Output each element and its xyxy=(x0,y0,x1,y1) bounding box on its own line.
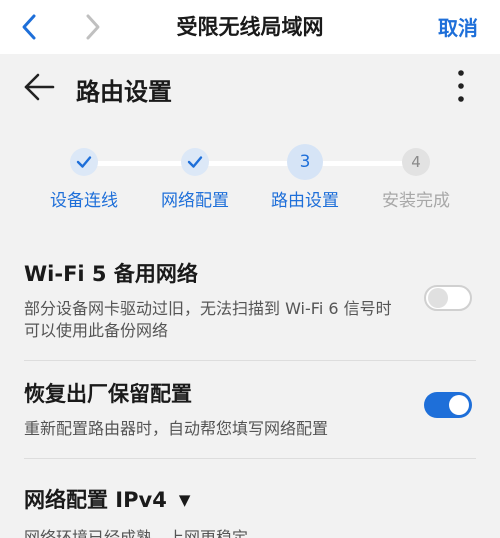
back-button[interactable] xyxy=(22,70,56,104)
divider xyxy=(24,458,476,459)
step-number: 3 xyxy=(287,144,323,180)
setting-title: 恢复出厂保留配置 xyxy=(24,382,192,406)
more-vertical-icon xyxy=(458,70,464,102)
network-config-dropdown[interactable]: 网络配置 IPv4 ▼ xyxy=(24,484,190,514)
arrow-left-icon xyxy=(24,73,55,101)
section-title: 网络配置 IPv4 xyxy=(24,488,167,512)
setup-stepper: 设备连线 网络配置 3 路由设置 4 安装完成 xyxy=(0,140,500,220)
setting-title: Wi-Fi 5 备用网络 xyxy=(24,262,198,286)
step-installation-complete: 4 安装完成 xyxy=(361,140,471,211)
caret-down-icon: ▼ xyxy=(178,491,191,509)
setting-wifi5-backup: Wi-Fi 5 备用网络 部分设备网卡驱动过旧，无法扫描到 Wi-Fi 6 信号… xyxy=(24,258,476,342)
toggle-knob xyxy=(449,395,469,415)
step-router-settings: 3 路由设置 xyxy=(250,140,360,211)
section-description: 网络环境已经成熟，上网更稳定 xyxy=(24,528,249,538)
cancel-button[interactable]: 取消 xyxy=(438,12,478,41)
toggle-knob xyxy=(428,288,448,308)
nav-title: 受限无线局域网 xyxy=(176,15,324,39)
setting-description: 部分设备网卡驱动过旧，无法扫描到 Wi-Fi 6 信号时可以使用此备份网络 xyxy=(24,299,392,340)
step-device-connection: 设备连线 xyxy=(29,140,139,211)
keep-config-toggle[interactable] xyxy=(424,392,472,418)
step-label: 路由设置 xyxy=(271,191,339,211)
setting-description: 重新配置路由器时，自动帮您填写网络配置 xyxy=(24,419,329,438)
step-label: 网络配置 xyxy=(161,191,229,211)
step-check-icon xyxy=(70,148,98,176)
page-title: 路由设置 xyxy=(76,78,172,106)
step-label: 安装完成 xyxy=(382,191,450,211)
setting-keep-config: 恢复出厂保留配置 重新配置路由器时，自动帮您填写网络配置 xyxy=(24,378,476,440)
step-label: 设备连线 xyxy=(50,191,118,211)
step-check-icon xyxy=(181,148,209,176)
more-button[interactable] xyxy=(456,68,466,104)
step-network-config: 网络配置 xyxy=(140,140,250,211)
wifi5-backup-toggle[interactable] xyxy=(424,285,472,311)
navigation-bar: 受限无线局域网 取消 xyxy=(0,0,500,54)
page-header: 路由设置 xyxy=(0,54,500,122)
divider xyxy=(24,360,476,361)
step-number: 4 xyxy=(402,148,430,176)
